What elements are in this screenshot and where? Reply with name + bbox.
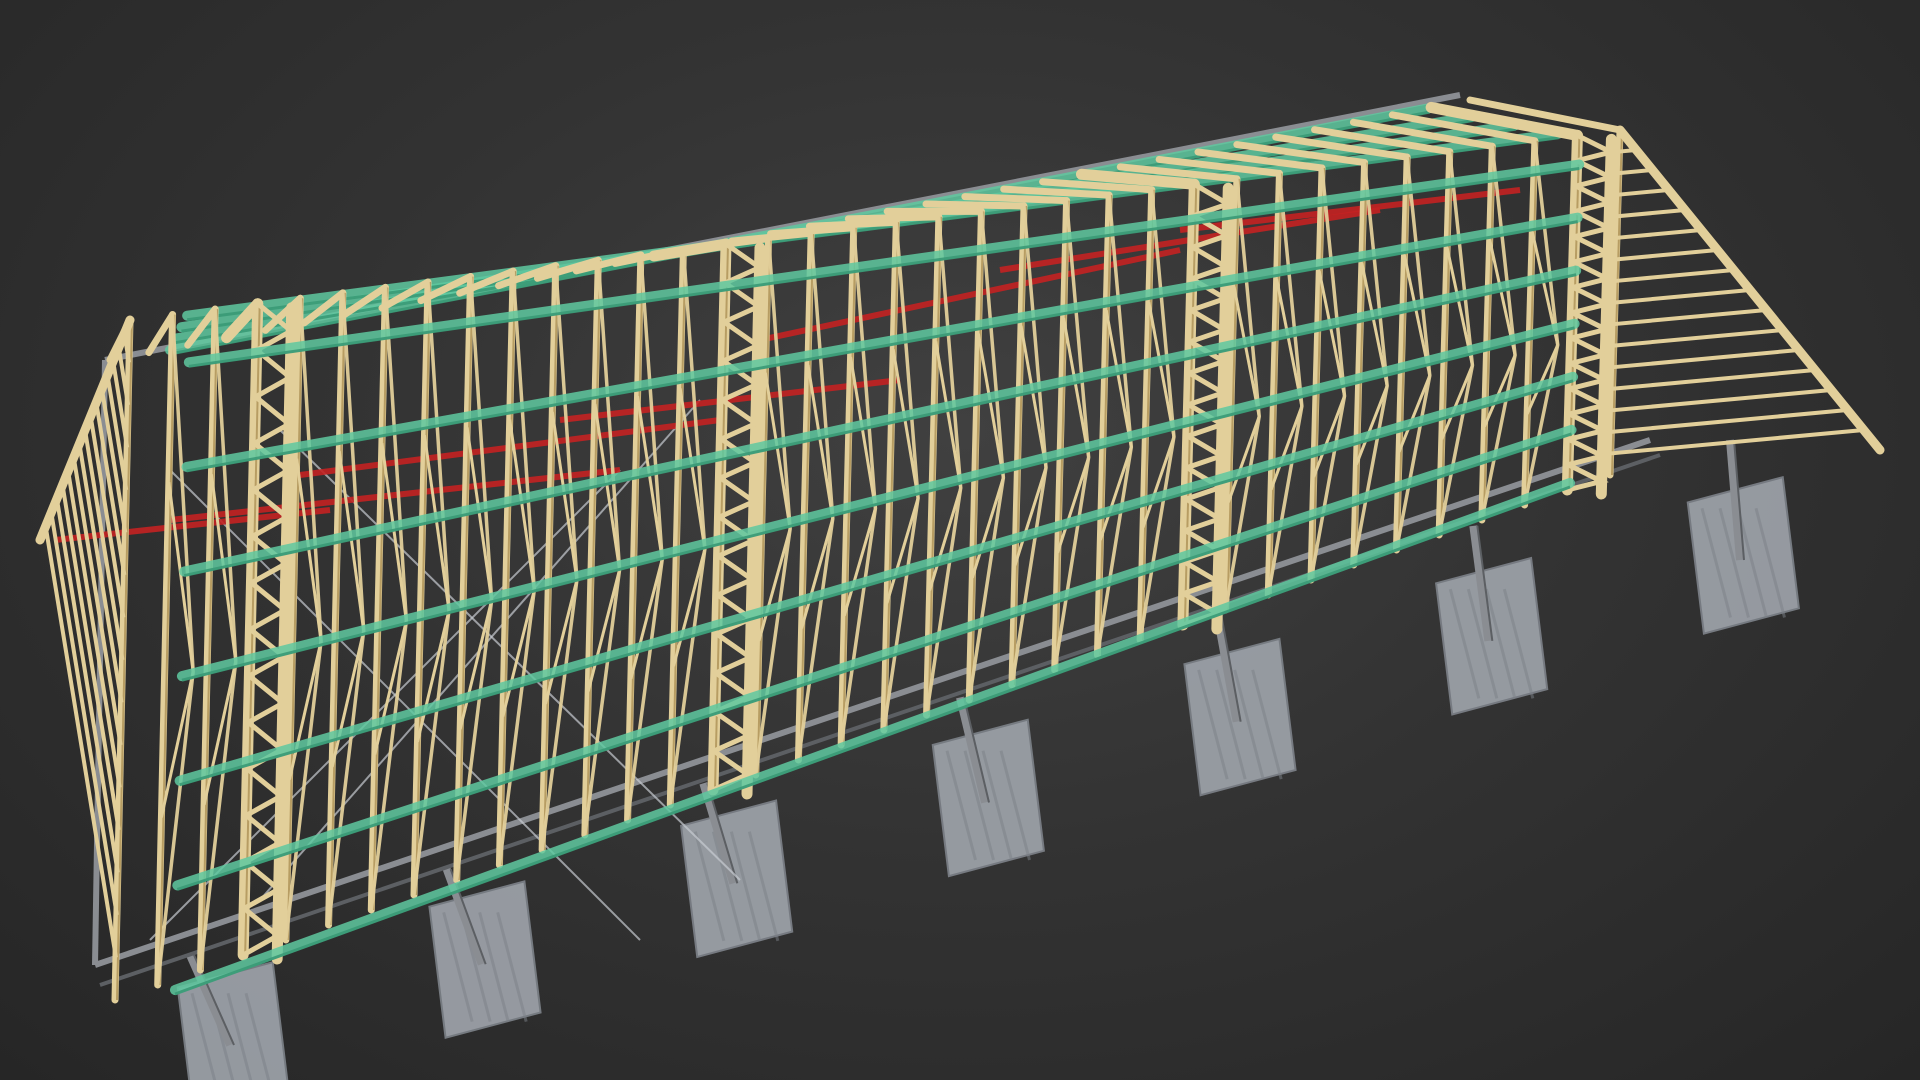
gable-stud	[1612, 368, 1816, 391]
truss-web-diagonal	[1232, 286, 1261, 417]
gable-stud	[1618, 168, 1653, 176]
purlin-edge	[179, 379, 1574, 787]
truss-web-diagonal	[1275, 278, 1304, 407]
gable-stud	[1617, 208, 1686, 219]
truss-web-diagonal	[1062, 317, 1091, 458]
3d-viewport[interactable]	[0, 0, 1920, 1080]
truss-top-chord-back	[805, 218, 900, 230]
gable-stud	[1614, 288, 1751, 305]
gable-stud	[1611, 388, 1832, 413]
gable-stud	[1612, 348, 1799, 370]
purlin-edge	[186, 136, 1559, 322]
purlin-edge	[188, 167, 1580, 368]
truss-web-diagonal	[167, 481, 195, 672]
purlin	[183, 159, 1585, 368]
truss-web-diagonal	[1317, 270, 1346, 397]
truss-web-diagonal	[1147, 302, 1176, 438]
truss-top-chord-back	[844, 213, 943, 223]
gable-stud	[1613, 328, 1783, 348]
gable-stud	[1619, 148, 1637, 154]
gable-stud	[1614, 308, 1767, 327]
truss-web-diagonal	[849, 356, 877, 509]
gable-stud	[1615, 268, 1734, 283]
gable-stud	[1616, 248, 1718, 262]
gable-stud	[1611, 408, 1848, 434]
truss-top-chord-front	[1521, 137, 1539, 509]
roof-truss-model[interactable]	[0, 0, 1920, 1080]
purlin-edge	[174, 485, 1571, 996]
truss-top-chord-back	[922, 200, 1028, 210]
gable-stud	[1617, 188, 1669, 197]
truss-web-diagonal	[891, 348, 920, 499]
purlin	[170, 478, 1575, 995]
truss-web-diagonal	[1019, 325, 1048, 468]
truss-top-chord-back	[961, 193, 1071, 205]
truss-web-diagonal	[934, 341, 963, 489]
gable-stud	[54, 498, 120, 873]
truss-web-diagonal	[1104, 309, 1133, 448]
gable-truss	[35, 315, 135, 1004]
truss-web-diagonal	[976, 333, 1005, 478]
gable-stud	[1616, 228, 1702, 240]
gable-stud	[66, 470, 122, 788]
